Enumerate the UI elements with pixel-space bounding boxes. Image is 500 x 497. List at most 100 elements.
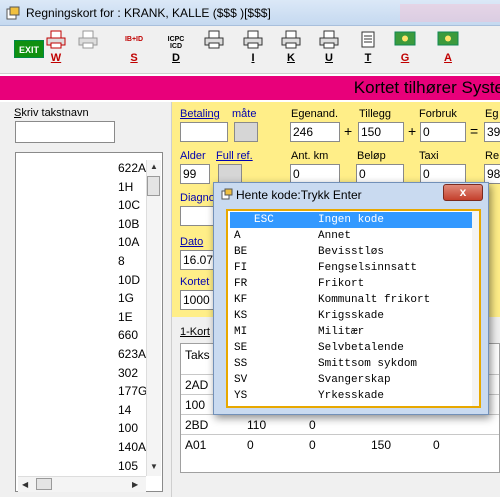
toolbar: EXIT W IB+ID S ICPC ICD D I K U T G A [0,26,500,74]
print-red-icon [46,30,66,49]
dialog-item-description: Militær [318,326,365,338]
exit-button[interactable]: EXIT [14,40,44,58]
dialog-scrollbar[interactable] [472,211,479,406]
title-bar[interactable]: Regningskort for : KRANK, KALLE ($$$ )[$… [0,0,500,26]
belop-field[interactable]: 0 [356,164,404,184]
toolbar-button-1[interactable] [73,30,103,70]
dialog-list-item[interactable]: SV Svangerskap [230,372,477,388]
toolbar-button-label: K [287,52,295,64]
dialog-list-item[interactable]: YS Yrkesskade [230,388,477,404]
dialog-app-icon [221,188,233,200]
dialog-item-description: Smittsom sykdom [318,358,418,370]
code-list-scrollbar[interactable] [146,160,161,476]
titlebar-glow [400,4,500,22]
egenand-field[interactable]: 246 [290,122,340,142]
toolbar-button-label: U [325,52,333,64]
dialog-list-item[interactable]: MI Militær [230,324,477,340]
dato-field[interactable]: 16.07 [180,250,216,270]
betaling-field[interactable] [180,122,228,142]
dialog-list-item[interactable]: FI Fengselsinnsatt [230,260,477,276]
table-row[interactable]: A01 0 0 150 0 [181,434,499,454]
dialog-list-item[interactable]: KF Kommunalt frikort [230,292,477,308]
dialog-list-item[interactable]: SE Selvbetalende [230,340,477,356]
toolbar-button-5[interactable]: I [238,30,268,70]
code-list-scroll-thumb[interactable] [147,176,160,196]
dialog-item-code: SV [234,374,248,386]
belop-label: Beløp [357,150,386,162]
toolbar-button-8[interactable]: T [353,30,383,70]
maate-label: måte [232,108,257,120]
scroll-left-icon[interactable]: ◀ [22,480,28,489]
egenand-label: Egenand. [291,108,339,120]
forbruk-label: Forbruk [419,108,457,120]
plus-operator-2: + [408,123,417,139]
toolbar-button-6[interactable]: K [276,30,306,70]
dialog-list-item[interactable]: ESC Ingen kode [230,212,477,228]
equals-operator: = [470,123,479,139]
dialog-item-code: SE [234,342,248,354]
dialog-item-code: FR [234,278,248,290]
print-gray-icon [78,30,98,49]
kortet-label: Kortet [180,276,210,288]
toolbar-button-2[interactable]: IB+ID S [119,30,149,70]
dialog-list-item[interactable]: FR Frikort [230,276,477,292]
table-cell: 2AD [185,378,209,392]
taxi-field[interactable]: 0 [420,164,466,184]
ant-km-field[interactable]: 0 [290,164,340,184]
forbruk-field[interactable]: 0 [420,122,466,142]
code-list-hscroll-thumb[interactable] [36,478,52,490]
re-label: Re [485,150,500,162]
printer-icon [204,30,224,49]
dialog-item-description: Frikort [318,278,365,290]
toolbar-button-9[interactable]: G [390,30,420,70]
dialog-close-button[interactable]: x [443,184,483,201]
scroll-right-icon[interactable]: ▶ [132,480,138,489]
toolbar-button-label: T [364,52,372,64]
diagno-field[interactable] [180,206,216,226]
dialog-list-item[interactable]: A Annet [230,228,477,244]
toolbar-button-7[interactable]: U [314,30,344,70]
table-cell: 0 [433,438,440,452]
tillegg-field[interactable]: 150 [358,122,404,142]
dialog-list-item[interactable]: KS Krigsskade [230,308,477,324]
ant-km-label: Ant. km [291,150,329,162]
maate-field[interactable] [234,122,258,142]
scroll-down-icon[interactable]: ▼ [150,462,158,471]
dialog-item-description: Krigsskade [318,310,385,322]
toolbar-button-caption: ICPC ICD [167,36,185,50]
taxi-label: Taxi [419,150,439,162]
tillegg-label: Tillegg [359,108,391,120]
re-field[interactable]: 98 [484,164,500,184]
search-label: Skriv takstnavn [14,107,89,119]
table-cell: 0 [309,418,316,432]
dialog-item-description: Fengselsinnsatt [318,262,418,274]
code-list[interactable]: 622A 1H 10C 10B 10A 8 10D 1G 1E 660 623A 302 177G 14 1… [15,152,163,492]
dialog-code-list[interactable]: ESC Ingen kode A Annet BE Bevisstløs FI Fengsel… [226,209,481,408]
table-header: Taks [185,348,210,362]
dialog-item-code: YS [234,390,248,402]
table-row[interactable]: 2BD 110 0 [181,414,499,434]
dialog-item-description: Annet [318,230,352,242]
alder-field[interactable]: 99 [180,164,210,184]
dialog-list-item[interactable]: BE Bevisstløs [230,244,477,260]
search-input[interactable] [15,121,115,143]
toolbar-button-10[interactable]: A [433,30,463,70]
eg-field[interactable]: 39 [484,122,500,142]
dialog-item-description: Bevisstløs [318,246,385,258]
dialog-item-code: ESC [254,214,274,226]
scroll-up-icon[interactable]: ▲ [150,162,158,171]
toolbar-button-3[interactable]: ICPC ICD D [161,30,191,70]
full-ref-label: Full ref. [216,150,253,162]
dialog-list-item[interactable]: SS Smittsom sykdom [230,356,477,372]
money-icon [394,31,416,46]
diagno-label: Diagno [180,192,215,204]
dialog-item-code: KS [234,310,248,322]
toolbar-button-4[interactable] [199,30,229,70]
table-cell: 2BD [185,418,209,432]
toolbar-button-0[interactable]: W [41,30,71,70]
window-title: Regningskort for : KRANK, KALLE ($$$ )[$… [26,6,271,20]
document-icon [361,31,375,48]
kortet-field[interactable]: 1000 [180,290,216,310]
dato-label: Dato [180,236,204,248]
full-ref-field[interactable] [218,164,242,184]
